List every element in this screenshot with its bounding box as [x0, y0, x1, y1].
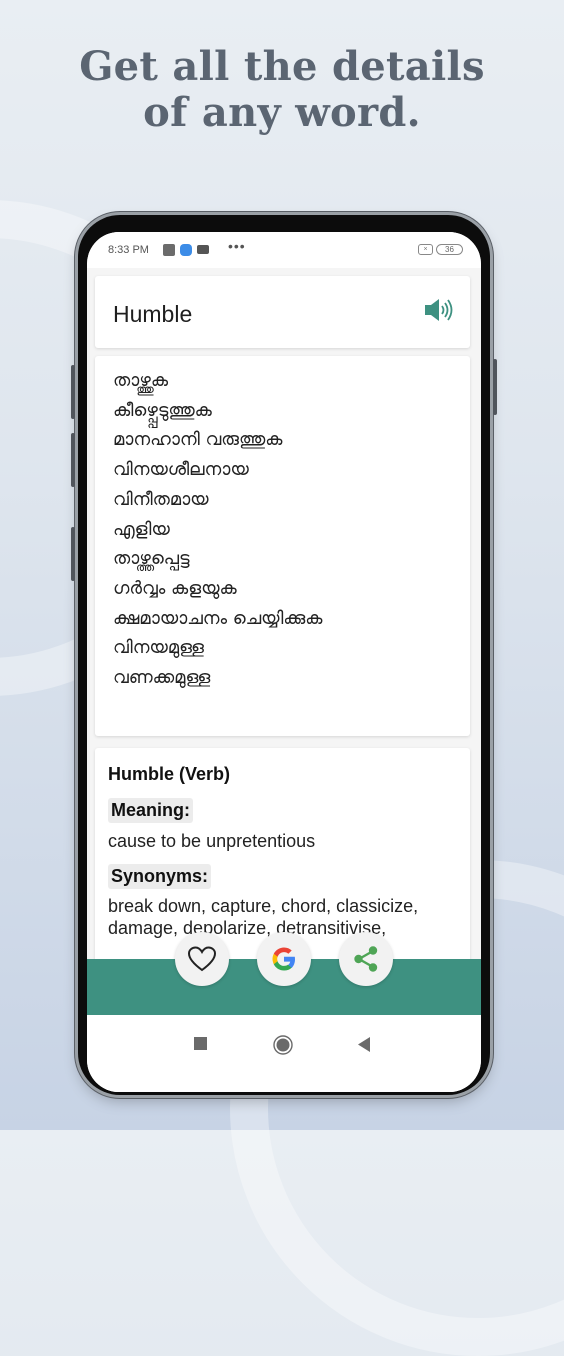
- app-screen: 8:33 PM ••• × 36 Humble താഴ്ത്തുക കീഴ്പ്…: [87, 232, 481, 1092]
- phone-frame: 8:33 PM ••• × 36 Humble താഴ്ത്തുക കീഴ്പ്…: [71, 215, 497, 1095]
- speaker-icon[interactable]: [424, 297, 454, 323]
- meaning-item: വണക്കമുള്ള: [113, 667, 211, 689]
- word-card: Humble: [95, 276, 470, 348]
- browser-notification-icon: [180, 244, 192, 256]
- meaning-item: താഴ്ത്തപ്പെട്ട: [113, 548, 190, 570]
- back-icon[interactable]: [357, 1037, 371, 1052]
- meaning-item: എളിയ: [113, 518, 170, 540]
- share-button[interactable]: [339, 932, 393, 986]
- meaning-item: കീഴ്പ്പെടുത്തുക: [113, 399, 212, 421]
- malayalam-meanings-list: താഴ്ത്തുക കീഴ്പ്പെടുത്തുക മാനഹാനി വരുത്ത…: [113, 366, 322, 693]
- status-time: 8:33 PM: [108, 244, 149, 256]
- google-search-button[interactable]: [257, 932, 311, 986]
- meaning-item: മാനഹാനി വരുത്തുക: [113, 429, 283, 451]
- volume-button: [71, 365, 75, 419]
- meaning-item: വിനയമുള്ള: [113, 637, 204, 659]
- word-title: Humble: [113, 301, 193, 327]
- meaning-text: cause to be unpretentious: [108, 831, 316, 851]
- power-button: [493, 359, 497, 415]
- youtube-icon: [197, 245, 209, 254]
- recents-icon[interactable]: [194, 1037, 208, 1051]
- home-icon[interactable]: [273, 1035, 293, 1055]
- overflow-icon: •••: [228, 238, 246, 254]
- malayalam-meanings-card: താഴ്ത്തുക കീഴ്പ്പെടുത്തുക മാനഹാനി വരുത്ത…: [95, 356, 470, 736]
- battery-indicator: 36: [436, 244, 463, 255]
- status-bar: 8:33 PM ••• × 36: [87, 232, 481, 268]
- meaning-item: ക്ഷമായാചനം ചെയ്യിക്കുക: [113, 607, 323, 629]
- meaning-label: Meaning:: [108, 798, 193, 823]
- share-icon: [354, 946, 378, 972]
- meaning-item: വിനയശീലനായ: [113, 459, 249, 481]
- promo-headline: Get all the details of any word.: [0, 44, 564, 136]
- headline-line-2: of any word.: [143, 89, 421, 136]
- definition-title: Humble (Verb): [108, 764, 231, 784]
- sim-icon: ×: [418, 244, 433, 255]
- google-icon: [272, 947, 295, 971]
- favorite-button[interactable]: [175, 932, 229, 986]
- meaning-item: വിനീതമായ: [113, 488, 209, 510]
- heart-icon: [187, 946, 217, 972]
- meaning-item: താഴ്ത്തുക: [113, 370, 168, 391]
- volume-button: [71, 433, 75, 487]
- headline-line-1: Get all the details: [79, 43, 485, 90]
- synonyms-label: Synonyms:: [108, 864, 212, 889]
- meaning-item: ഗർവ്വം കളയുക: [113, 577, 237, 599]
- system-nav-bar: [87, 1015, 481, 1092]
- app-notification-icon: [163, 244, 175, 256]
- volume-button: [71, 527, 75, 581]
